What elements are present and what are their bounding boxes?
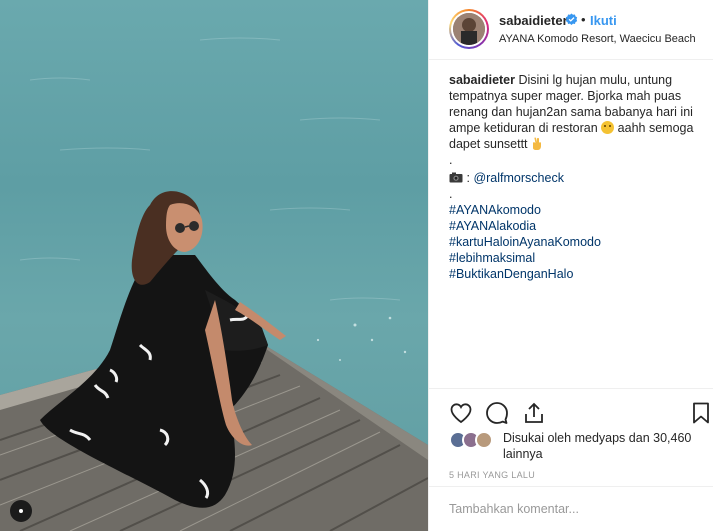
- verified-badge-icon: [565, 13, 578, 25]
- more-options-button[interactable]: [10, 500, 32, 522]
- likes-count-link[interactable]: 30,460: [653, 431, 691, 445]
- credit-prefix: :: [466, 171, 470, 185]
- post-timestamp[interactable]: 5 HARI YANG LALU: [449, 470, 535, 480]
- hashtag-link[interactable]: #kartuHaloinAyanaKomodo: [449, 234, 699, 250]
- share-icon[interactable]: [522, 401, 546, 425]
- ellipsis-icon: [19, 509, 23, 513]
- hashtag-link[interactable]: #AYANAkomodo: [449, 202, 699, 218]
- camera-emoji-icon: [449, 172, 463, 183]
- follow-button[interactable]: Ikuti: [590, 13, 617, 28]
- crossed-fingers-emoji-icon: [533, 137, 542, 150]
- comment-form: [429, 486, 713, 531]
- photo-illustration: [0, 37, 428, 531]
- credit-mention-link[interactable]: @ralfmorscheck: [473, 171, 564, 185]
- post-sidebar: sabaidieter • Ikuti AYANA Komodo Resort,…: [428, 0, 713, 531]
- location-link[interactable]: AYANA Komodo Resort, Waecicu Beach: [499, 33, 696, 45]
- photo-credit: : @ralfmorscheck: [449, 170, 699, 186]
- hashtag-link[interactable]: #lebihmaksimal: [449, 250, 699, 266]
- hashtag-link[interactable]: #BuktikanDenganHalo: [449, 266, 699, 282]
- comment-input[interactable]: [449, 499, 699, 519]
- grinning-emoji-icon: [601, 121, 615, 134]
- likes-summary: Disukai oleh medyaps dan 30,460 lainnya: [449, 429, 699, 463]
- heart-icon[interactable]: [449, 401, 473, 425]
- likes-conjunction: dan: [628, 431, 650, 445]
- likes-suffix: lainnya: [503, 447, 543, 461]
- post-photo[interactable]: [0, 0, 428, 531]
- caption-area: sabaidieter Disini lg hujan mulu, untung…: [449, 72, 699, 282]
- post-header: sabaidieter • Ikuti AYANA Komodo Resort,…: [429, 0, 713, 60]
- likes-text: Disukai oleh medyaps dan 30,460 lainnya: [503, 430, 693, 462]
- liker-username-link[interactable]: medyaps: [575, 431, 626, 445]
- caption-dot-2: .: [449, 187, 453, 201]
- bookmark-icon[interactable]: [689, 401, 713, 425]
- header-username[interactable]: sabaidieter: [499, 13, 568, 28]
- post-actions: Disukai oleh medyaps dan 30,460 lainnya …: [429, 388, 713, 531]
- caption-username[interactable]: sabaidieter: [449, 73, 515, 87]
- liker-avatar[interactable]: [475, 431, 493, 449]
- speech-bubble-icon[interactable]: [485, 401, 509, 425]
- likes-prefix: Disukai oleh: [503, 431, 572, 445]
- caption-text: sabaidieter Disini lg hujan mulu, untung…: [449, 72, 699, 152]
- hashtag-link[interactable]: #AYANAlakodia: [449, 218, 699, 234]
- header-separator: •: [581, 12, 586, 27]
- avatar-image: [453, 13, 485, 45]
- avatar[interactable]: [449, 9, 489, 49]
- caption-dot-1: .: [449, 153, 453, 167]
